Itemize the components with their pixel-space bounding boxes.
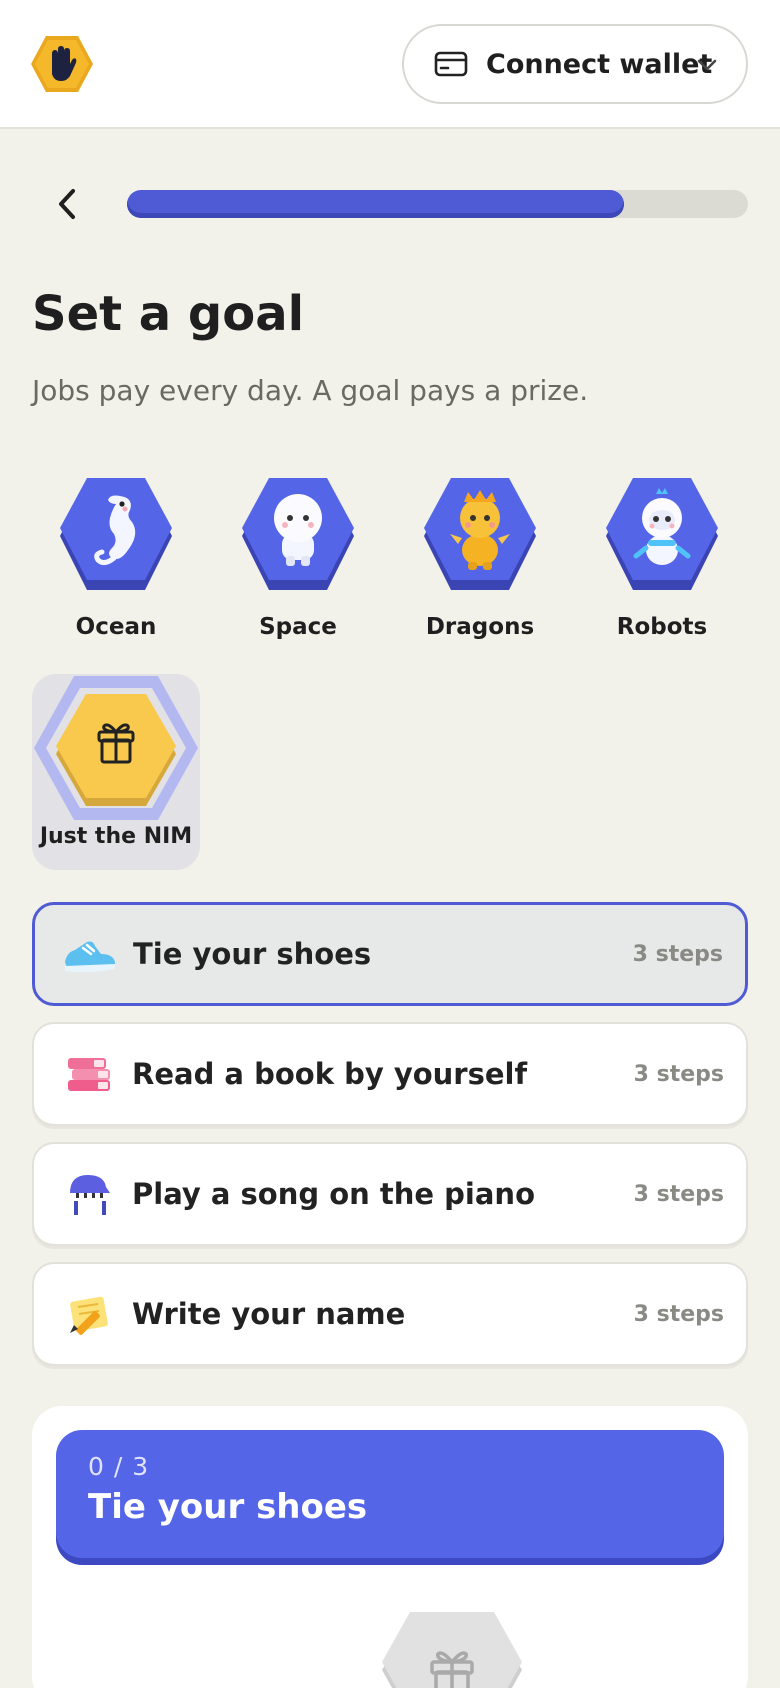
chevron-down-icon — [697, 59, 717, 71]
goal-progress-count: 0 / 3 — [88, 1452, 150, 1481]
connect-wallet-label: Connect wallet — [486, 48, 713, 80]
theme-robots[interactable]: Robots — [578, 478, 746, 640]
gift-icon — [34, 676, 198, 820]
dragon-icon — [424, 478, 536, 590]
goal-option-play-piano[interactable]: Play a song on the piano 3 steps — [32, 1142, 748, 1246]
current-goal-card: 0 / 3 Tie your shoes — [56, 1430, 724, 1558]
theme-ocean[interactable]: Ocean — [32, 478, 200, 640]
goal-steps: 3 steps — [633, 1061, 724, 1087]
goal-label: Write your name — [132, 1297, 406, 1331]
goal-steps: 3 steps — [632, 941, 723, 967]
back-arrow-icon[interactable] — [52, 184, 82, 224]
theme-label: Just the NIM — [39, 824, 193, 849]
goal-detail-panel: 0 / 3 Tie your shoes — [32, 1406, 748, 1688]
memo-pencil-icon — [60, 1289, 118, 1339]
theme-picker: Ocean Space Dragons Robots — [32, 478, 748, 640]
progress-fill — [127, 190, 624, 218]
raised-hand-hexagon-icon[interactable] — [30, 34, 94, 94]
astronaut-icon — [242, 478, 354, 590]
goal-steps: 3 steps — [633, 1181, 724, 1207]
card-icon — [434, 51, 468, 77]
books-icon — [60, 1049, 118, 1099]
theme-space[interactable]: Space — [214, 478, 382, 640]
theme-just-the-nim[interactable]: Just the NIM — [32, 674, 200, 870]
piano-icon — [60, 1169, 118, 1219]
goal-steps: 3 steps — [633, 1301, 724, 1327]
connect-wallet-button[interactable]: Connect wallet — [402, 24, 748, 104]
goal-label: Tie your shoes — [133, 937, 372, 971]
sneaker-icon — [61, 929, 119, 979]
goal-label: Play a song on the piano — [132, 1177, 535, 1211]
theme-label: Dragons — [425, 614, 535, 640]
seahorse-icon — [60, 478, 172, 590]
theme-dragons[interactable]: Dragons — [396, 478, 564, 640]
theme-label: Space — [259, 614, 337, 640]
page-subtitle: Jobs pay every day. A goal pays a prize. — [32, 374, 589, 407]
robot-icon — [606, 478, 718, 590]
theme-label: Robots — [616, 614, 708, 640]
current-goal-name: Tie your shoes — [88, 1487, 368, 1527]
goal-option-tie-shoes[interactable]: Tie your shoes 3 steps — [32, 902, 748, 1006]
top-bar: Connect wallet — [0, 0, 780, 129]
gift-icon — [382, 1612, 522, 1688]
progress-bar — [127, 190, 748, 218]
page-title: Set a goal — [32, 286, 305, 342]
goal-label: Read a book by yourself — [132, 1057, 528, 1091]
goal-option-write-name[interactable]: Write your name 3 steps — [32, 1262, 748, 1366]
goal-option-read-book[interactable]: Read a book by yourself 3 steps — [32, 1022, 748, 1126]
theme-label: Ocean — [75, 614, 157, 640]
